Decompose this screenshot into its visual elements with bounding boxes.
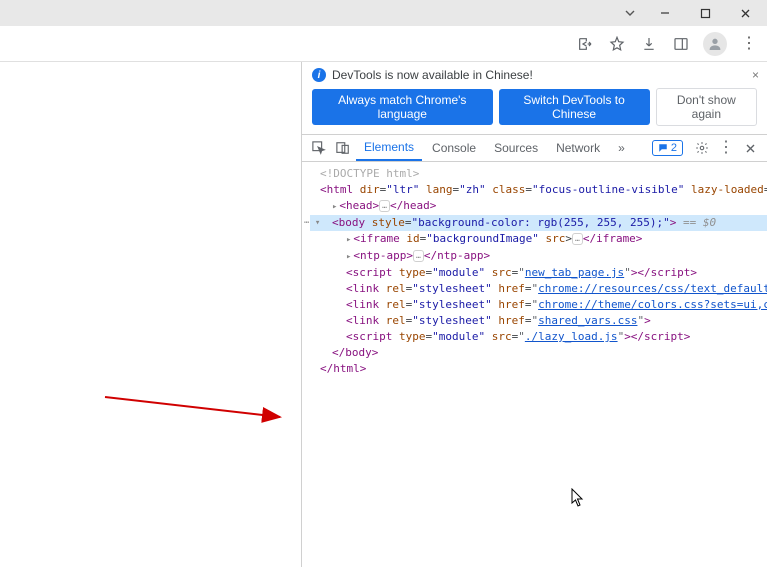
tab-sources[interactable]: Sources [486, 135, 546, 161]
tab-console[interactable]: Console [424, 135, 484, 161]
devtools-tabbar: Elements Console Sources Network » 2 ⋮ [302, 134, 767, 162]
tab-dropdown-icon[interactable] [615, 0, 645, 26]
info-close-button[interactable]: × [752, 68, 759, 82]
devtools-pane: i DevTools is now available in Chinese! … [302, 62, 767, 567]
code-link1[interactable]: <link rel="stylesheet" href="chrome://re… [310, 281, 767, 297]
switch-language-button[interactable]: Switch DevTools to Chinese [499, 89, 650, 125]
download-icon[interactable] [639, 34, 659, 54]
window-maximize-button[interactable] [685, 0, 725, 26]
tab-more[interactable]: » [610, 135, 633, 161]
code-iframe[interactable]: <iframe id="backgroundImage" src>…</ifra… [310, 231, 767, 248]
code-script2[interactable]: <script type="module" src="./lazy_load.j… [310, 329, 767, 345]
language-button-row: Always match Chrome's language Switch De… [302, 88, 767, 134]
code-html-close[interactable]: </html> [310, 361, 767, 377]
annotation-arrow [100, 382, 300, 432]
inspect-icon[interactable] [308, 141, 330, 155]
device-toggle-icon[interactable] [332, 141, 354, 155]
code-body-open[interactable]: <body style="background-color: rgb(255, … [310, 215, 767, 231]
tab-network[interactable]: Network [548, 135, 608, 161]
code-link3[interactable]: <link rel="stylesheet" href="shared_vars… [310, 313, 767, 329]
page-content-pane [0, 62, 302, 567]
elements-tree[interactable]: <!DOCTYPE html> <html dir="ltr" lang="zh… [302, 162, 767, 567]
profile-avatar[interactable] [703, 32, 727, 56]
issues-badge[interactable]: 2 [652, 140, 683, 156]
devtools-info-banner: i DevTools is now available in Chinese! … [302, 62, 767, 88]
settings-icon[interactable] [691, 141, 713, 155]
match-language-button[interactable]: Always match Chrome's language [312, 89, 493, 125]
main-split: i DevTools is now available in Chinese! … [0, 62, 767, 567]
share-icon[interactable] [575, 34, 595, 54]
browser-menu-icon[interactable]: ⋮ [739, 34, 759, 54]
browser-toolbar: ⋮ [0, 26, 767, 62]
info-icon: i [312, 68, 326, 82]
code-link2[interactable]: <link rel="stylesheet" href="chrome://th… [310, 297, 767, 313]
tab-elements[interactable]: Elements [356, 135, 422, 161]
code-head[interactable]: <head>…</head> [310, 198, 767, 215]
info-message: DevTools is now available in Chinese! [332, 68, 533, 82]
devtools-close-icon[interactable] [739, 143, 761, 154]
window-titlebar [0, 0, 767, 26]
code-html-open[interactable]: <html dir="ltr" lang="zh" class="focus-o… [310, 182, 767, 198]
star-icon[interactable] [607, 34, 627, 54]
window-close-button[interactable] [725, 0, 765, 26]
sidepanel-icon[interactable] [671, 34, 691, 54]
code-ntp-app[interactable]: <ntp-app>…</ntp-app> [310, 248, 767, 265]
issues-count: 2 [671, 142, 677, 154]
window-minimize-button[interactable] [645, 0, 685, 26]
code-body-close[interactable]: </body> [310, 345, 767, 361]
devtools-menu-icon[interactable]: ⋮ [715, 140, 737, 156]
code-script1[interactable]: <script type="module" src="new_tab_page.… [310, 265, 767, 281]
code-doctype[interactable]: <!DOCTYPE html> [310, 166, 767, 182]
dismiss-button[interactable]: Don't show again [656, 88, 757, 126]
